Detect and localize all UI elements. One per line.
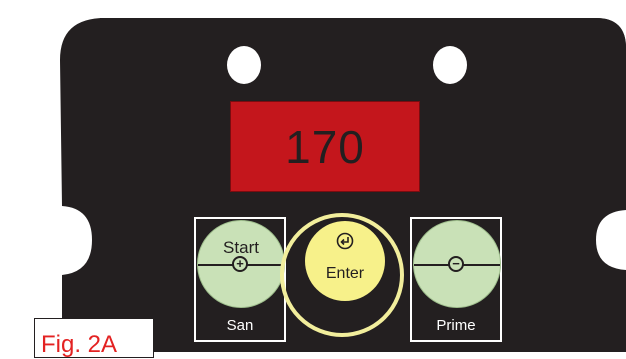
start-button-label: Start — [223, 238, 259, 257]
start-button-frame: Start + San — [194, 217, 286, 342]
enter-button-label: Enter — [325, 265, 365, 282]
mount-hole-left — [227, 46, 261, 84]
prime-button[interactable]: − — [413, 220, 501, 308]
plus-icon: + — [232, 256, 248, 272]
minus-icon: − — [448, 256, 464, 272]
return-arrow-icon — [336, 232, 354, 250]
display-value: 170 — [285, 120, 365, 173]
enter-button[interactable]: Enter — [305, 221, 385, 301]
mount-hole-right — [433, 46, 467, 84]
prime-label: Prime — [436, 317, 476, 334]
prime-button-frame: − Prime — [410, 217, 502, 342]
figure-label: Fig. 2A — [34, 318, 154, 358]
san-label: San — [226, 317, 254, 334]
start-button[interactable]: Start + — [197, 220, 285, 308]
numeric-display: 170 — [230, 101, 420, 192]
